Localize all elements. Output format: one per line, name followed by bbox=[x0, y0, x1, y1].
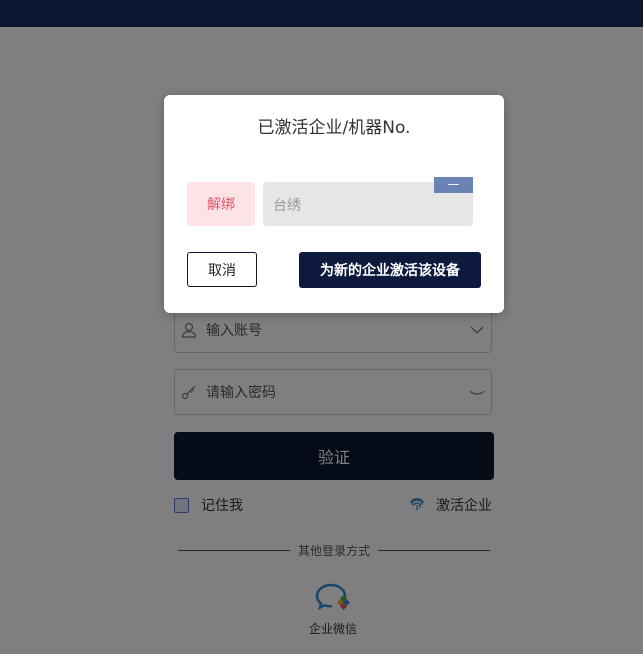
collapse-button[interactable]: — bbox=[434, 177, 473, 193]
cancel-button[interactable]: 取消 bbox=[187, 252, 257, 287]
top-bar bbox=[0, 0, 643, 27]
activated-company-dialog: 已激活企业/机器No. 解绑 台绣 — 取消 为新的企业激活该设备 bbox=[164, 95, 504, 313]
company-entry: 台绣 — bbox=[263, 177, 473, 226]
dialog-title: 已激活企业/机器No. bbox=[257, 118, 411, 138]
unbind-button[interactable]: 解绑 bbox=[187, 182, 255, 226]
company-name: 台绣 bbox=[273, 198, 301, 214]
activate-new-company-button[interactable]: 为新的企业激活该设备 bbox=[299, 252, 481, 288]
